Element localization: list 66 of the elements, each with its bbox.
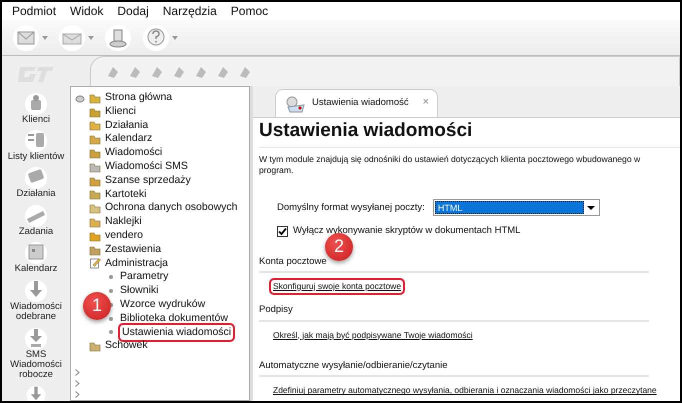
rail-item[interactable]: Listy klientów	[8, 152, 64, 162]
pin-icon[interactable]	[75, 95, 85, 103]
tree-item[interactable]: Działania	[105, 118, 148, 134]
caret-icon	[88, 36, 94, 40]
tree-item[interactable]: Wiadomości SMS	[105, 159, 188, 175]
rail-item[interactable]: Działania	[16, 189, 56, 200]
help-icon[interactable]	[142, 24, 170, 52]
folder-icon	[89, 188, 101, 200]
tree-item[interactable]: Kartoteki	[105, 186, 146, 202]
folder-icon	[89, 119, 101, 132]
callout-badge: 2	[325, 232, 353, 261]
section-heading: Automatyczne wysyłanie/odbieranie/czytanie	[259, 359, 649, 378]
menu-item[interactable]: Dodaj	[111, 2, 155, 21]
settings-link[interactable]: Zdefiniuj parametry automatycznego wysyłania, odbierania i oznaczania wiadomości jako przeczytane	[271, 384, 659, 398]
menu-item[interactable]: Narzędzia	[156, 2, 223, 21]
settings-link[interactable]: Określ, jak mają być podpisywane Twoje wiadomości	[271, 328, 475, 342]
rail-item[interactable]: Klienci	[22, 114, 50, 125]
tree-item[interactable]: Biblioteka dokumentów	[120, 310, 228, 327]
field-label: Domyślny format wysyłanej poczty:	[277, 200, 425, 215]
description-text: W tym module znajdują się odnośniki do ustawień dotyczących klienta pocztowego wbudowanego w program.	[259, 154, 642, 176]
tree-item[interactable]: Szanse sprzedaży	[105, 172, 191, 189]
folder-icon	[89, 244, 101, 256]
folder-icon	[89, 174, 101, 187]
folder-icon	[89, 340, 101, 352]
folder-icon	[89, 147, 101, 160]
rail-item[interactable]: Wiadomości odebrane	[4, 302, 68, 323]
tree-item[interactable]: Kalendarz	[105, 131, 152, 148]
tab[interactable]: Ustawienia wiadomość ×	[275, 89, 438, 117]
format-dropdown[interactable]: HTML	[432, 199, 600, 216]
tree-item[interactable]: Zestawienia	[105, 242, 162, 258]
folder-icon	[89, 230, 101, 242]
tree-item[interactable]: Schowek	[105, 338, 148, 354]
caret-icon	[172, 36, 178, 40]
menu-item[interactable]: Pomoc	[224, 2, 274, 21]
tree-item[interactable]: vendero	[105, 228, 143, 244]
page-title: Ustawienia wiadomości	[259, 120, 680, 148]
folder-icon	[89, 133, 101, 146]
tree-item[interactable]: Ustawienia wiadomości	[120, 324, 234, 340]
tree-item[interactable]: Administracja	[105, 256, 168, 272]
folder-icon	[89, 202, 101, 214]
rail-item[interactable]: SMS Wiadomości robocze	[4, 350, 68, 381]
envelope-icon[interactable]	[12, 24, 40, 52]
menu-item[interactable]: Widok	[64, 2, 110, 21]
rail-item[interactable]: Kalendarz	[14, 264, 58, 275]
callout-badge: 1	[83, 292, 111, 320]
folder-icon	[89, 92, 101, 104]
settings-link[interactable]: Skonfiguruj swoje konta pocztowe	[271, 280, 404, 293]
folder-icon	[89, 216, 101, 228]
tree-item[interactable]: Słowniki	[120, 283, 159, 299]
section-heading: Podpisy	[259, 303, 649, 322]
tree-item[interactable]: Parametry	[120, 269, 168, 286]
notepad-icon	[89, 257, 101, 270]
tree-item[interactable]: Wzorce wydruków	[120, 296, 206, 313]
tree-item[interactable]: Klienci	[105, 104, 136, 120]
tree-item[interactable]: Wiadomości	[105, 145, 162, 161]
tab-label: Ustawienia wiadomość	[312, 96, 409, 110]
tree-item[interactable]: Ochrona danych osobowych	[105, 200, 238, 216]
close-button[interactable]: ×	[422, 94, 430, 110]
caret-icon	[42, 36, 48, 40]
folder-icon	[89, 160, 101, 173]
tree-item[interactable]: Strona główna	[105, 90, 172, 106]
menu-item[interactable]: Podmiot	[6, 2, 62, 21]
folder-icon	[89, 106, 101, 118]
mail-send-icon[interactable]	[58, 24, 86, 52]
tree-item[interactable]: Naklejki	[105, 214, 142, 230]
rail-item[interactable]: Zadania	[18, 226, 54, 238]
